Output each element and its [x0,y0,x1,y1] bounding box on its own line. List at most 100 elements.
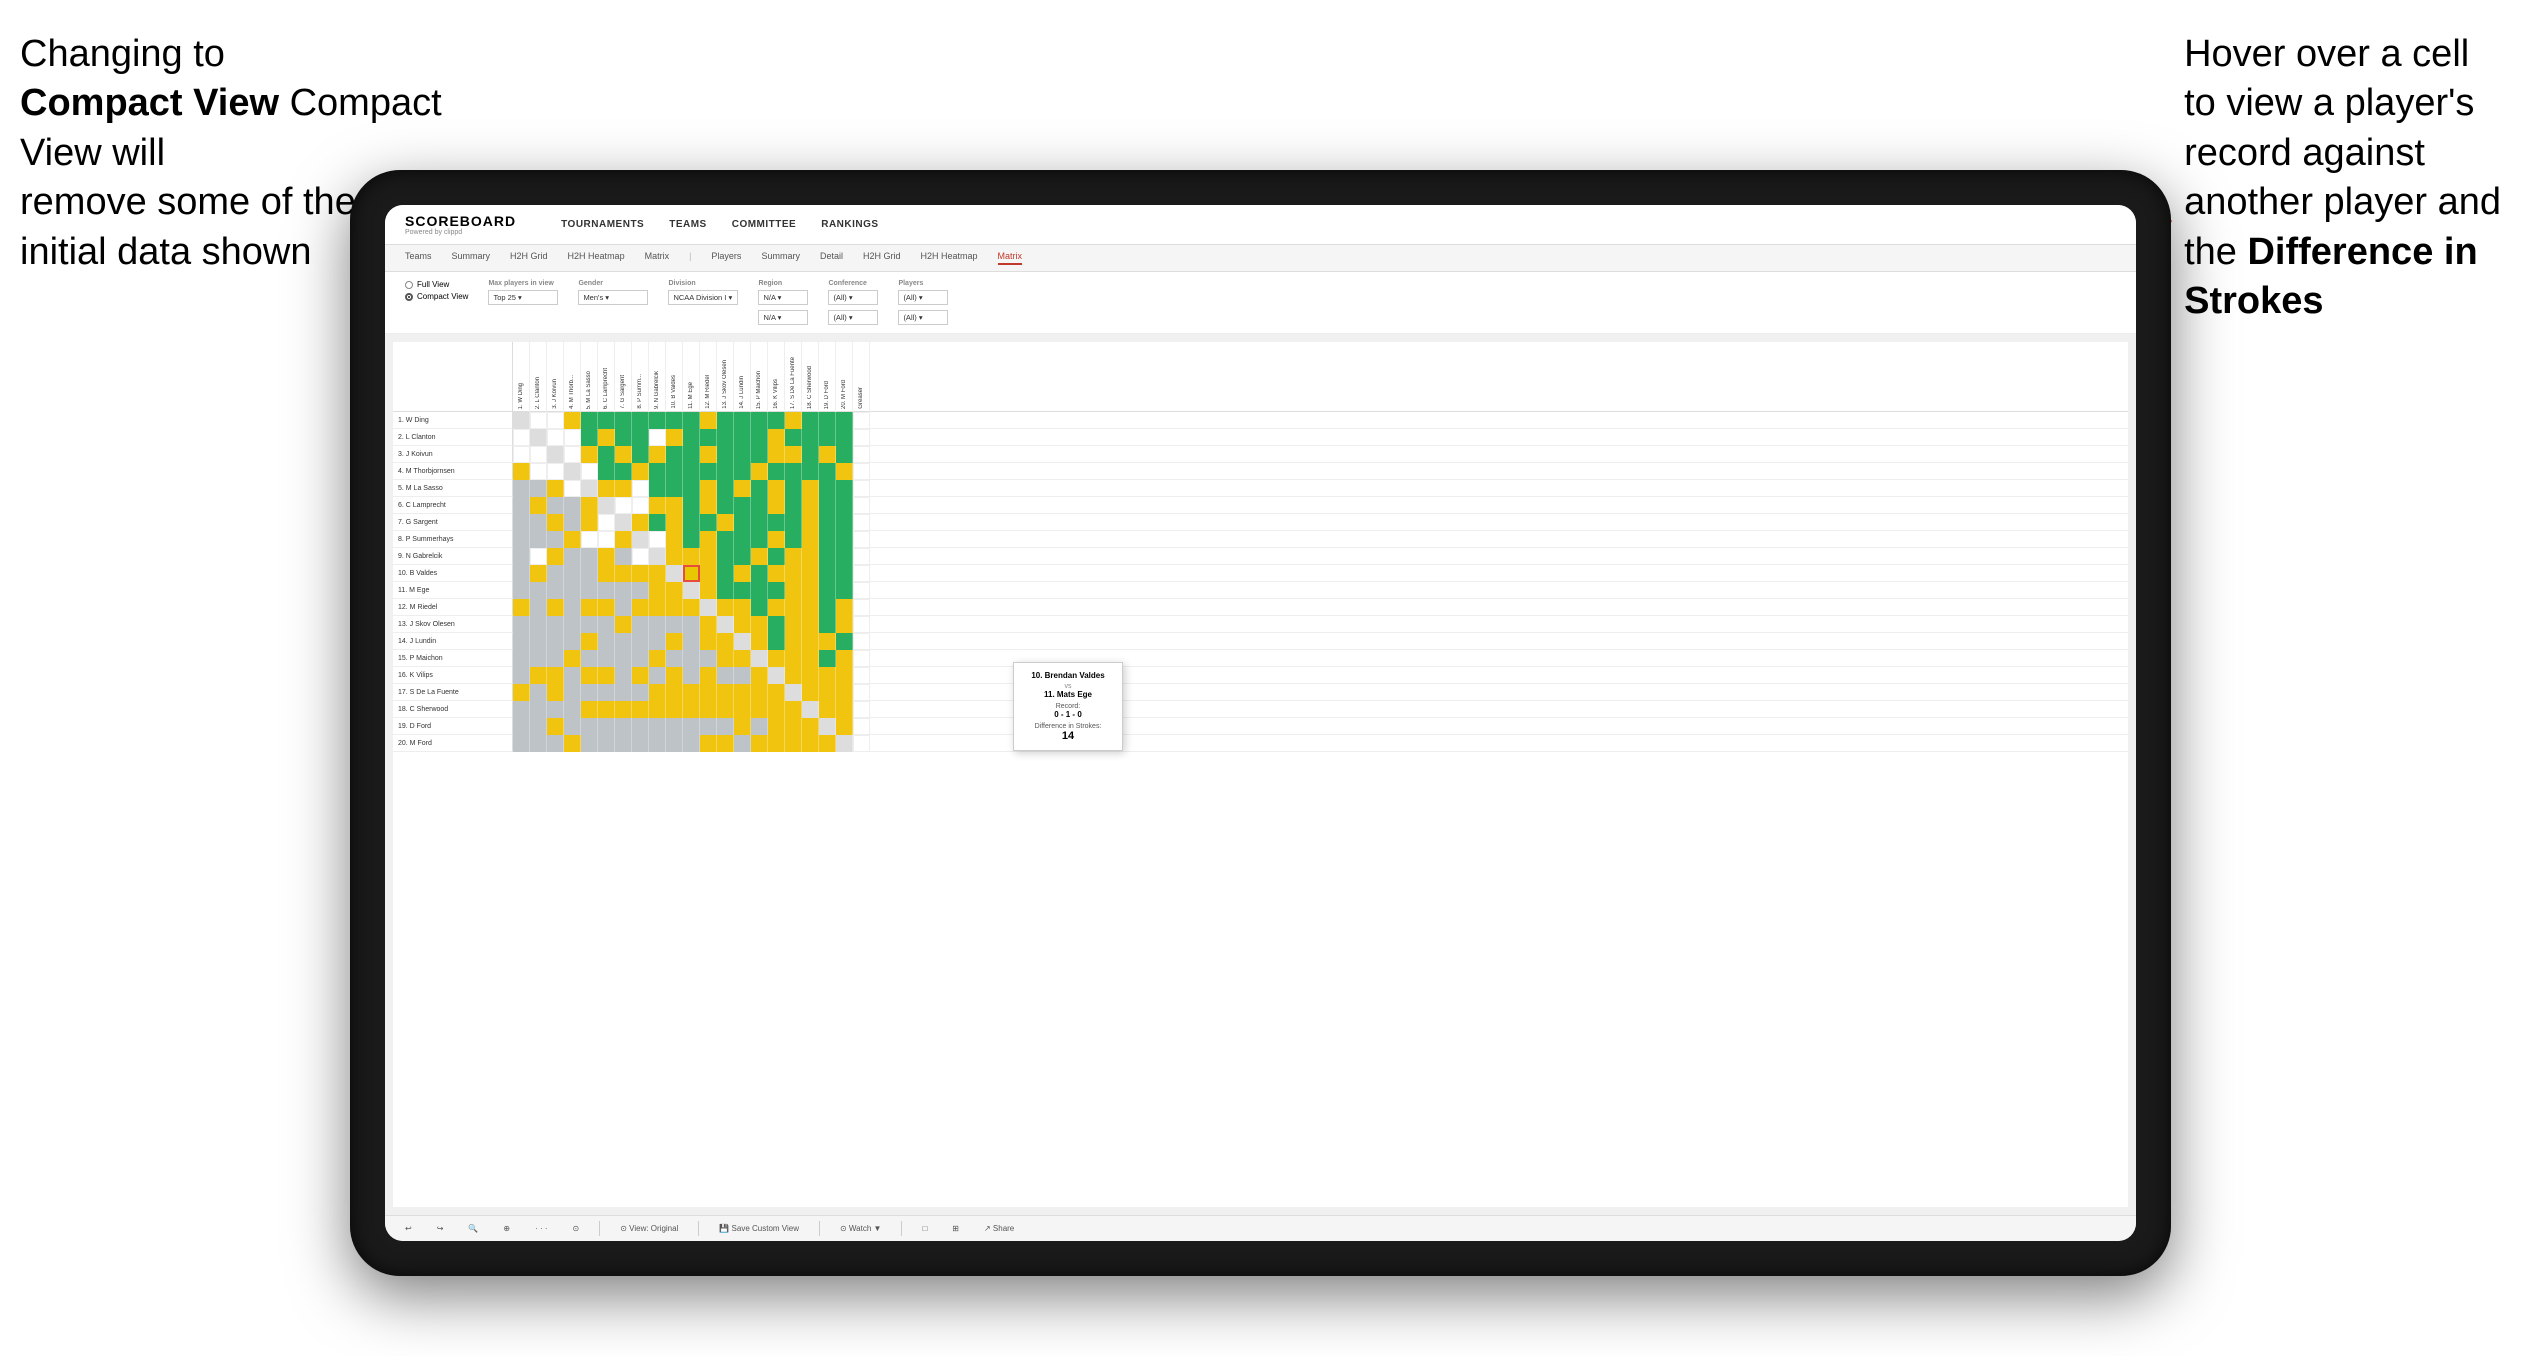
cell-20-16[interactable] [768,735,785,752]
cell-12-2[interactable] [530,599,547,616]
cell-12-1[interactable] [513,599,530,616]
toolbar-undo[interactable]: ↩ [400,1222,417,1235]
cell-13-10[interactable] [666,616,683,633]
cell-19-15[interactable] [751,718,768,735]
cell-7-7[interactable] [615,514,632,531]
cell-10-11[interactable] [683,565,700,582]
cell-3-14[interactable] [734,446,751,463]
cell-8-8[interactable] [632,531,649,548]
cell-5-6[interactable] [598,480,615,497]
cell-18-4[interactable] [564,701,581,718]
cell-4-5[interactable] [581,463,598,480]
cell-20-8[interactable] [632,735,649,752]
cell-11-8[interactable] [632,582,649,599]
cell-12-18[interactable] [802,599,819,616]
cell-7-5[interactable] [581,514,598,531]
cell-3-19[interactable] [819,446,836,463]
cell-8-6[interactable] [598,531,615,548]
cell-15-1[interactable] [513,650,530,667]
cell-10-4[interactable] [564,565,581,582]
cell-1-14[interactable] [734,412,751,429]
filter-max-select[interactable]: Top 25 ▾ [488,290,558,305]
cell-1-13[interactable] [717,412,734,429]
cell-12-7[interactable] [615,599,632,616]
cell-3-1[interactable] [513,446,530,463]
cell-2-7[interactable] [615,429,632,446]
toolbar-watch[interactable]: ⊙ Watch ▼ [835,1222,886,1235]
cell-6-3[interactable] [547,497,564,514]
cell-14-8[interactable] [632,633,649,650]
cell-3-17[interactable] [785,446,802,463]
cell-12-9[interactable] [649,599,666,616]
cell-11-2[interactable] [530,582,547,599]
cell-16-18[interactable] [802,667,819,684]
cell-19-16[interactable] [768,718,785,735]
cell-17-12[interactable] [700,684,717,701]
cell-6-13[interactable] [717,497,734,514]
cell-7-21[interactable] [853,514,870,531]
nav-rankings[interactable]: RANKINGS [821,219,878,230]
cell-9-10[interactable] [666,548,683,565]
cell-7-18[interactable] [802,514,819,531]
cell-13-13[interactable] [717,616,734,633]
cell-19-12[interactable] [700,718,717,735]
cell-2-5[interactable] [581,429,598,446]
sub-nav-h2hheatmap2[interactable]: H2H Heatmap [920,251,977,265]
cell-2-1[interactable] [513,429,530,446]
cell-17-10[interactable] [666,684,683,701]
cell-13-16[interactable] [768,616,785,633]
cell-10-18[interactable] [802,565,819,582]
nav-committee[interactable]: COMMITTEE [732,219,797,230]
cell-18-20[interactable] [836,701,853,718]
cell-11-4[interactable] [564,582,581,599]
cell-14-4[interactable] [564,633,581,650]
cell-15-7[interactable] [615,650,632,667]
cell-11-3[interactable] [547,582,564,599]
cell-8-14[interactable] [734,531,751,548]
cell-17-5[interactable] [581,684,598,701]
cell-18-14[interactable] [734,701,751,718]
cell-7-12[interactable] [700,514,717,531]
cell-13-5[interactable] [581,616,598,633]
cell-17-8[interactable] [632,684,649,701]
cell-1-8[interactable] [632,412,649,429]
cell-11-16[interactable] [768,582,785,599]
cell-2-3[interactable] [547,429,564,446]
filter-players-select2[interactable]: (All) ▾ [898,310,948,325]
cell-2-13[interactable] [717,429,734,446]
cell-17-19[interactable] [819,684,836,701]
cell-10-2[interactable] [530,565,547,582]
cell-14-7[interactable] [615,633,632,650]
cell-15-19[interactable] [819,650,836,667]
cell-12-20[interactable] [836,599,853,616]
cell-20-15[interactable] [751,735,768,752]
cell-8-16[interactable] [768,531,785,548]
cell-14-17[interactable] [785,633,802,650]
cell-7-10[interactable] [666,514,683,531]
cell-3-2[interactable] [530,446,547,463]
cell-5-5[interactable] [581,480,598,497]
cell-12-6[interactable] [598,599,615,616]
cell-5-15[interactable] [751,480,768,497]
cell-15-18[interactable] [802,650,819,667]
cell-4-3[interactable] [547,463,564,480]
cell-1-9[interactable] [649,412,666,429]
cell-18-21[interactable] [853,701,870,718]
cell-10-5[interactable] [581,565,598,582]
cell-16-12[interactable] [700,667,717,684]
filter-conference-select2[interactable]: (All) ▾ [828,310,878,325]
cell-2-10[interactable] [666,429,683,446]
cell-7-17[interactable] [785,514,802,531]
cell-17-13[interactable] [717,684,734,701]
cell-20-19[interactable] [819,735,836,752]
cell-6-4[interactable] [564,497,581,514]
cell-14-19[interactable] [819,633,836,650]
cell-11-14[interactable] [734,582,751,599]
cell-18-9[interactable] [649,701,666,718]
cell-20-7[interactable] [615,735,632,752]
sub-nav-matrix2[interactable]: Matrix [998,251,1023,265]
cell-18-17[interactable] [785,701,802,718]
cell-6-9[interactable] [649,497,666,514]
cell-11-19[interactable] [819,582,836,599]
cell-6-8[interactable] [632,497,649,514]
